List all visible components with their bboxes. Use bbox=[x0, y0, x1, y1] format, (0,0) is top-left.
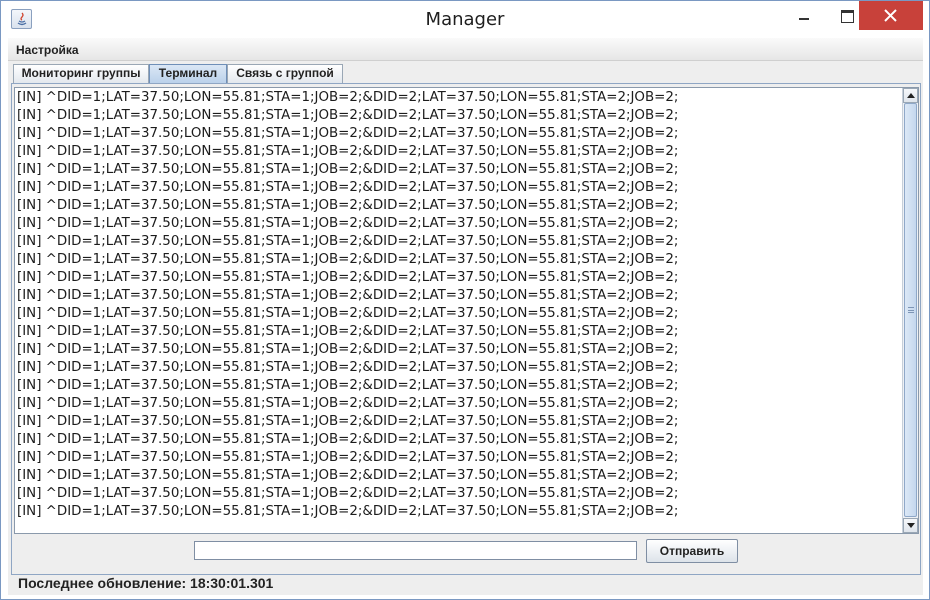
grip-icon bbox=[908, 307, 914, 313]
status-last-update: Последнее обновление: 18:30:01.301 bbox=[18, 575, 274, 591]
tab-group-connection[interactable]: Связь с группой bbox=[227, 64, 343, 83]
log-line: [IN] ^DID=1;LAT=37.50;LON=55.81;STA=1;JO… bbox=[17, 198, 679, 213]
log-line: [IN] ^DID=1;LAT=37.50;LON=55.81;STA=1;JO… bbox=[17, 108, 679, 123]
title-bar[interactable]: Manager bbox=[1, 1, 929, 38]
arrow-down-icon bbox=[907, 523, 915, 528]
scrollbar-thumb[interactable] bbox=[904, 103, 917, 517]
log-line: [IN] ^DID=1;LAT=37.50;LON=55.81;STA=1;JO… bbox=[17, 414, 679, 429]
scroll-down-button[interactable] bbox=[903, 518, 918, 533]
scroll-up-button[interactable] bbox=[903, 88, 918, 103]
terminal-panel: [IN] ^DID=1;LAT=37.50;LON=55.81;STA=1;JO… bbox=[11, 83, 921, 575]
terminal-log: [IN] ^DID=1;LAT=37.50;LON=55.81;STA=1;JO… bbox=[17, 89, 901, 532]
tab-terminal[interactable]: Терминал bbox=[149, 64, 227, 84]
log-line: [IN] ^DID=1;LAT=37.50;LON=55.81;STA=1;JO… bbox=[17, 360, 679, 375]
log-line: [IN] ^DID=1;LAT=37.50;LON=55.81;STA=1;JO… bbox=[17, 162, 679, 177]
command-input[interactable] bbox=[194, 541, 637, 560]
client-area: Настройка Мониторинг группы Терминал Свя… bbox=[8, 38, 923, 595]
close-button[interactable] bbox=[859, 1, 923, 30]
minimize-button[interactable] bbox=[787, 1, 821, 30]
log-line: [IN] ^DID=1;LAT=37.50;LON=55.81;STA=1;JO… bbox=[17, 378, 679, 393]
close-icon bbox=[884, 9, 897, 22]
log-line: [IN] ^DID=1;LAT=37.50;LON=55.81;STA=1;JO… bbox=[17, 216, 679, 231]
log-line: [IN] ^DID=1;LAT=37.50;LON=55.81;STA=1;JO… bbox=[17, 144, 679, 159]
log-line: [IN] ^DID=1;LAT=37.50;LON=55.81;STA=1;JO… bbox=[17, 468, 679, 483]
log-line: [IN] ^DID=1;LAT=37.50;LON=55.81;STA=1;JO… bbox=[17, 486, 679, 501]
log-line: [IN] ^DID=1;LAT=37.50;LON=55.81;STA=1;JO… bbox=[17, 432, 679, 447]
log-line: [IN] ^DID=1;LAT=37.50;LON=55.81;STA=1;JO… bbox=[17, 90, 679, 105]
log-line: [IN] ^DID=1;LAT=37.50;LON=55.81;STA=1;JO… bbox=[17, 234, 679, 249]
tab-group-monitoring[interactable]: Мониторинг группы bbox=[13, 64, 149, 83]
log-line: [IN] ^DID=1;LAT=37.50;LON=55.81;STA=1;JO… bbox=[17, 126, 679, 141]
log-line: [IN] ^DID=1;LAT=37.50;LON=55.81;STA=1;JO… bbox=[17, 306, 679, 321]
vertical-scrollbar[interactable] bbox=[902, 88, 918, 533]
log-line: [IN] ^DID=1;LAT=37.50;LON=55.81;STA=1;JO… bbox=[17, 180, 679, 195]
log-line: [IN] ^DID=1;LAT=37.50;LON=55.81;STA=1;JO… bbox=[17, 252, 679, 267]
menu-bar: Настройка bbox=[8, 38, 923, 61]
send-button[interactable]: Отправить bbox=[646, 539, 738, 563]
log-line: [IN] ^DID=1;LAT=37.50;LON=55.81;STA=1;JO… bbox=[17, 288, 679, 303]
log-line: [IN] ^DID=1;LAT=37.50;LON=55.81;STA=1;JO… bbox=[17, 270, 679, 285]
terminal-output[interactable]: [IN] ^DID=1;LAT=37.50;LON=55.81;STA=1;JO… bbox=[14, 87, 919, 534]
log-line: [IN] ^DID=1;LAT=37.50;LON=55.81;STA=1;JO… bbox=[17, 324, 679, 339]
log-line: [IN] ^DID=1;LAT=37.50;LON=55.81;STA=1;JO… bbox=[17, 396, 679, 411]
arrow-up-icon bbox=[907, 93, 915, 98]
app-window: Manager Настройка Мониторинг группы Терм… bbox=[0, 0, 930, 600]
menu-settings[interactable]: Настройка bbox=[16, 43, 79, 57]
log-line: [IN] ^DID=1;LAT=37.50;LON=55.81;STA=1;JO… bbox=[17, 342, 679, 357]
log-line: [IN] ^DID=1;LAT=37.50;LON=55.81;STA=1;JO… bbox=[17, 450, 679, 465]
log-line: [IN] ^DID=1;LAT=37.50;LON=55.81;STA=1;JO… bbox=[17, 504, 679, 519]
